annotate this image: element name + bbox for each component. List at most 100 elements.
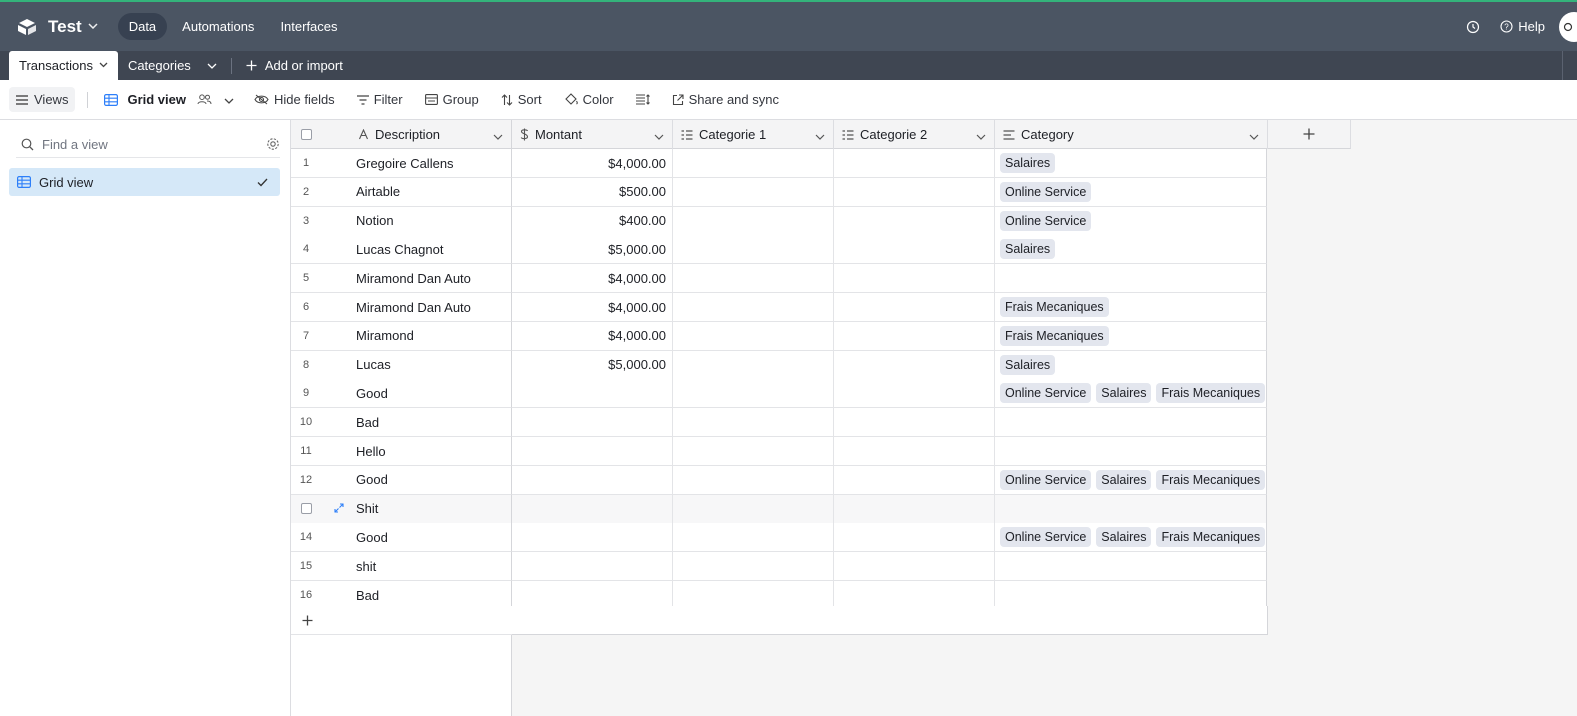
cell-categorie-2[interactable] [834, 149, 995, 178]
add-record-row-area[interactable] [512, 606, 1268, 635]
cell-category[interactable]: Online Service Salaires Frais Mecaniques [995, 465, 1267, 495]
cell-categorie-1[interactable] [673, 408, 834, 438]
cell-category[interactable]: Salaires [995, 235, 1267, 265]
chevron-down-icon[interactable] [224, 92, 234, 107]
chevron-down-icon[interactable] [493, 128, 503, 143]
cell-categorie-2[interactable] [834, 408, 995, 438]
cell-description[interactable]: Miramond Dan Auto [356, 293, 512, 322]
cell-category[interactable]: Frais Mecaniques [995, 321, 1267, 351]
cell-description[interactable]: Notion [356, 206, 512, 236]
table-row[interactable]: 11 Hello [291, 437, 1267, 466]
cell-montant[interactable]: $5,000.00 [512, 235, 673, 265]
cell-categorie-1[interactable] [673, 350, 834, 380]
cell-categorie-2[interactable] [834, 523, 995, 553]
add-or-import-button[interactable]: Add or import [240, 51, 349, 80]
cell-categorie-2[interactable] [834, 552, 995, 582]
cell-montant[interactable] [512, 408, 673, 438]
cell-category[interactable] [995, 494, 1267, 524]
column-header-description[interactable]: Description [356, 120, 512, 149]
row-height-button[interactable] [635, 94, 650, 105]
cell-montant[interactable]: $500.00 [512, 177, 673, 207]
table-row[interactable]: Shit [291, 494, 1267, 524]
cell-categorie-2[interactable] [834, 264, 995, 294]
color-button[interactable]: Color [564, 92, 614, 107]
cell-categorie-2[interactable] [834, 465, 995, 495]
cell-montant[interactable]: $400.00 [512, 206, 673, 236]
cell-categorie-2[interactable] [834, 350, 995, 380]
cell-description[interactable]: Miramond [356, 321, 512, 351]
cell-description[interactable]: Good [356, 379, 512, 409]
cell-montant[interactable]: $4,000.00 [512, 149, 673, 178]
table-row[interactable]: 8 Lucas $5,000.00 Salaires [291, 350, 1267, 380]
column-header-categorie-1[interactable]: Categorie 1 [673, 120, 834, 149]
table-row[interactable]: 2 Airtable $500.00 Online Service [291, 177, 1267, 207]
cell-categorie-2[interactable] [834, 494, 995, 524]
cell-categorie-1[interactable] [673, 494, 834, 524]
cell-description[interactable]: Good [356, 523, 512, 553]
chevron-down-icon[interactable] [1249, 128, 1259, 143]
cell-category[interactable]: Online Service Salaires Frais Mecaniques [995, 523, 1267, 553]
chevron-down-icon[interactable] [815, 128, 825, 143]
chevron-down-icon[interactable] [99, 60, 108, 71]
chevron-down-icon[interactable] [976, 128, 986, 143]
cell-montant[interactable] [512, 523, 673, 553]
tab-transactions[interactable]: Transactions [9, 51, 118, 80]
cell-categorie-1[interactable] [673, 206, 834, 236]
cell-categorie-1[interactable] [673, 321, 834, 351]
cell-montant[interactable] [512, 437, 673, 466]
cell-categorie-1[interactable] [673, 264, 834, 294]
share-and-sync-button[interactable]: Share and sync [672, 92, 779, 107]
nav-interfaces[interactable]: Interfaces [269, 13, 348, 40]
table-row[interactable]: 3 Notion $400.00 Online Service [291, 206, 1267, 236]
column-header-category[interactable]: Category [995, 120, 1268, 149]
cell-montant[interactable]: $5,000.00 [512, 350, 673, 380]
cell-description[interactable]: Bad [356, 408, 512, 438]
table-row[interactable]: 12 Good Online Service Salaires Frais Mecani… [291, 465, 1267, 495]
cell-montant[interactable]: $4,000.00 [512, 293, 673, 322]
nav-data[interactable]: Data [117, 13, 168, 40]
cell-category[interactable]: Salaires [995, 149, 1267, 178]
cell-category[interactable]: Frais Mecaniques [995, 293, 1267, 322]
table-row[interactable]: 5 Miramond Dan Auto $4,000.00 [291, 264, 1267, 294]
row-checkbox[interactable] [300, 503, 312, 515]
nav-automations[interactable]: Automations [171, 13, 265, 40]
airtable-logo-icon[interactable] [16, 16, 38, 38]
cell-categorie-1[interactable] [673, 177, 834, 207]
cell-category[interactable] [995, 408, 1267, 438]
cell-categorie-1[interactable] [673, 523, 834, 553]
expand-icon[interactable] [333, 501, 344, 516]
add-field-button[interactable] [1268, 120, 1351, 149]
cell-category[interactable] [995, 264, 1267, 294]
cell-categorie-2[interactable] [834, 177, 995, 207]
cell-category[interactable]: Online Service [995, 177, 1267, 207]
sort-button[interactable]: Sort [501, 92, 542, 107]
cell-description[interactable]: Miramond Dan Auto [356, 264, 512, 294]
filter-button[interactable]: Filter [356, 92, 403, 107]
cell-description[interactable]: Gregoire Callens [356, 149, 512, 178]
table-row[interactable]: 6 Miramond Dan Auto $4,000.00 Frais Mecaniq… [291, 293, 1267, 322]
cell-description[interactable]: Shit [356, 494, 512, 524]
table-row[interactable]: 14 Good Online Service Salaires Frais Mecani… [291, 523, 1267, 553]
group-button[interactable]: Group [424, 92, 479, 107]
add-record-button[interactable] [291, 606, 512, 635]
cell-description[interactable]: Lucas [356, 350, 512, 380]
cell-category[interactable] [995, 552, 1267, 582]
cell-category[interactable]: Online Service Salaires Frais Mecaniques [995, 379, 1267, 409]
cell-categorie-1[interactable] [673, 235, 834, 265]
cell-description[interactable]: Airtable [356, 177, 512, 207]
gear-icon[interactable] [266, 137, 280, 154]
cell-montant[interactable]: $4,000.00 [512, 264, 673, 294]
select-all-checkbox[interactable] [301, 129, 312, 140]
chevron-down-icon[interactable] [88, 21, 98, 32]
views-toggle-button[interactable]: Views [9, 87, 76, 112]
cell-categorie-2[interactable] [834, 206, 995, 236]
table-row[interactable]: 4 Lucas Chagnot $5,000.00 Salaires [291, 235, 1267, 265]
column-header-categorie-2[interactable]: Categorie 2 [834, 120, 995, 149]
all-tables-chevron-icon[interactable] [201, 51, 223, 80]
current-view-button[interactable]: Grid view [104, 92, 212, 107]
cell-category[interactable]: Online Service [995, 206, 1267, 236]
cell-categorie-1[interactable] [673, 293, 834, 322]
tab-categories[interactable]: Categories [118, 51, 201, 80]
sidebar-item-grid-view[interactable]: Grid view [9, 168, 280, 196]
cell-categorie-2[interactable] [834, 321, 995, 351]
